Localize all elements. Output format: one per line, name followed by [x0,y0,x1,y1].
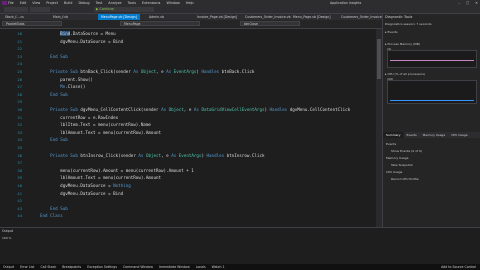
zoom-level: 100 % [2,236,12,240]
toolbar-group[interactable] [124,7,154,12]
nav-dropdown[interactable]: PacketStats [2,21,62,26]
summary-heading: Memory Usage [386,156,409,160]
scrollbar-thumb[interactable] [377,39,381,79]
cpu-graph [387,80,477,104]
memory-label: ▸ Process Memory (MB) [385,42,420,46]
nav-dropdown[interactable]: btnClose [240,21,300,26]
line-number: 23 [17,53,22,59]
tool-window-tab[interactable]: Call Stack [40,264,56,270]
toolbar: ▶ Continue [0,6,480,14]
output-panel: Output 100 % [0,227,480,265]
tool-window-tab[interactable]: Command Window [123,264,153,270]
line-number: 35 [17,145,22,150]
tool-window-tab[interactable]: Exception Settings [87,264,117,270]
tool-window-tab[interactable]: Immediate Window [159,264,190,270]
line-number: 26 [17,76,22,82]
line-number: 29 [17,99,22,105]
line-number: 24 [17,61,22,67]
code-line[interactable]: lblAmount.Text = menu(currentRow).Amount [40,175,161,180]
diagnostic-tab[interactable]: CPU Usage [448,132,470,138]
code-line[interactable]: menu(currentRow).Amount = menu(currentRo… [40,168,194,173]
output-title: Output [2,229,14,233]
code-line[interactable]: Bind.DataSource = Menu [40,31,116,36]
continue-button[interactable]: ▶ Continue [94,7,124,12]
line-number: 39 [17,175,22,181]
vs-logo-icon [2,1,7,5]
cpu-label: ▸ CPU (% of all processors) [385,72,426,76]
line-number: 40 [17,183,22,188]
cpu-line [390,100,474,101]
code-line[interactable]: End Sub [40,206,68,211]
line-number: 31 [17,114,22,120]
nav-dropdown[interactable]: MenuPage [120,21,200,26]
line-number: 44 [17,213,22,219]
code-line[interactable]: Private Sub dgvMenu_CellContentClick(sen… [40,107,350,112]
toolbar-group[interactable] [4,7,28,12]
line-number-gutter: 20 21 22 23 24 25 26 27 28 29 30 31 32 33 34 35 36 37 38 39… [0,29,26,227]
line-number: 37 [17,160,22,166]
code-line[interactable]: Private Sub btnInsrow_Click(sender As Ob… [40,153,264,158]
diagnostic-tab[interactable]: Memory Usage [420,132,449,138]
summary-link[interactable]: Take Snapshot [391,163,413,167]
line-number: 43 [17,205,22,211]
code-line[interactable]: dgvMenu.DataSource = Nothing [40,183,131,188]
summary-link[interactable]: Record CPU Profile [391,177,419,181]
code-line[interactable]: lblAmount.Text = menu(currentRow).Amount [40,130,161,135]
events-label: ▸ Events [385,30,398,34]
line-number: 34 [17,137,22,143]
code-line[interactable]: dgvMenu.DataSource = Bind [40,191,123,196]
line-number: 41 [17,190,22,196]
code-line[interactable]: End Class [40,213,63,218]
line-number: 20 [17,31,22,36]
diagnostic-tab[interactable]: Events [404,132,420,138]
line-number: 33 [17,129,22,135]
panel-title: Diagnostic Tools [385,15,413,19]
diagnostic-tab[interactable]: Summary [383,132,404,138]
summary-heading: CPU Usage [386,170,403,174]
diagnostic-tabs: Summary Events Memory Usage CPU Usage [383,132,480,138]
line-number: 32 [17,122,22,128]
tool-window-tab[interactable]: Error List [20,264,34,270]
line-number: 27 [17,84,22,90]
memory-line [390,60,474,61]
memory-graph [387,50,477,68]
code-line[interactable]: currentRow = e.RowIndex [40,115,118,120]
line-number: 42 [17,198,22,204]
line-number: 30 [17,107,22,112]
code-line[interactable]: End Sub [40,137,68,142]
line-number: 22 [17,46,22,52]
toolbar-group[interactable] [30,7,50,12]
source-control-label[interactable]: Add to Source Control [441,264,476,270]
code-line[interactable]: End Sub [40,92,68,97]
tool-window-tab[interactable]: Breakpoints [62,264,81,270]
code-line[interactable]: Private Sub btnBack_Click(sender As Obje… [40,69,254,74]
tool-window-tab[interactable]: Output [3,264,14,270]
line-number: 36 [17,152,22,158]
navigation-bar: PacketStats MenuPage btnClose [0,20,382,29]
status-bar: Output Error List Call Stack Breakpoints Exc… [0,264,480,270]
code-line[interactable]: lblItem.Text = menu(currentRow).Name [40,122,151,127]
code-line[interactable]: End Sub [40,54,68,59]
summary-link[interactable]: Show Events (0 of 0) [391,149,422,153]
tool-window-tabs: Output Error List Call Stack Breakpoints Exc… [3,264,225,270]
line-number: 28 [17,91,22,97]
line-number: 21 [17,38,22,44]
diagnostic-tools-panel: Diagnostic Tools Diagnostics session: 7 … [382,14,480,227]
code-line[interactable]: parent.Show() [40,77,93,82]
tool-window-tab[interactable]: Locals [196,264,206,270]
code-line[interactable]: dgvMenu.DataSource = Bind [40,39,123,44]
line-number: 25 [17,69,22,74]
code-editor[interactable]: 20 21 22 23 24 25 26 27 28 29 30 31 32 33 34 35 36 37 38 39… [0,29,382,227]
summary-heading: Events [386,142,397,146]
line-number: 38 [17,167,22,173]
session-info: Diagnostics session: 7 seconds [385,22,432,26]
code-line[interactable]: Me.Close() [40,84,85,89]
tool-window-tab[interactable]: Watch 1 [212,264,225,270]
